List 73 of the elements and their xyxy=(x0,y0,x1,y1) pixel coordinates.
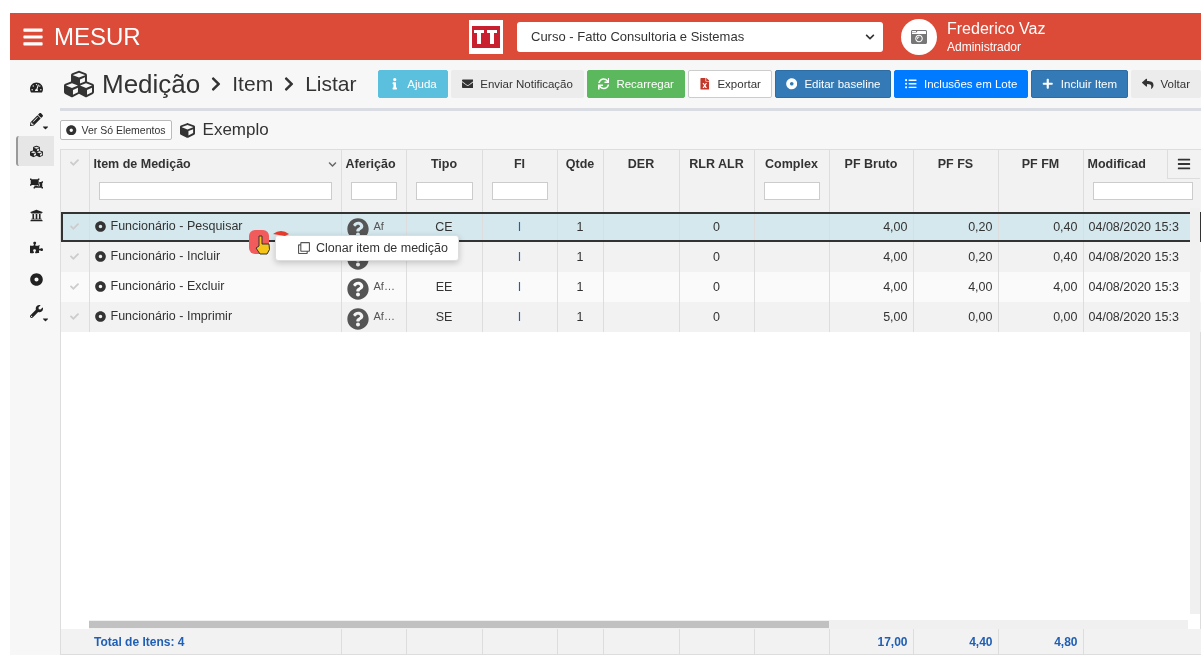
table-cell: 4,00 xyxy=(883,280,908,294)
column-header[interactable]: RLR ALR xyxy=(689,157,744,171)
table-cell: 0,20 xyxy=(968,220,993,234)
toolbar-button[interactable]: Inclusões em Lote xyxy=(894,70,1029,98)
total-cell: 4,80 xyxy=(1054,634,1078,649)
table-cell: 0,40 xyxy=(1053,250,1078,264)
column-header[interactable]: Item de Medição xyxy=(93,157,191,171)
table-cell: SE xyxy=(435,310,453,324)
table-cell: 04/08/2020 15:3 xyxy=(1088,220,1179,234)
table-cell: I xyxy=(517,220,522,234)
total-cell: 4,40 xyxy=(969,634,993,649)
column-header[interactable]: DER xyxy=(627,157,655,171)
table-cell: I xyxy=(517,250,522,264)
table-row[interactable]: Funcionário - Imprimir Af… SE I 1 0 5,00 0,00 0,00 04/08/2020 15:3 xyxy=(61,302,1201,332)
table-cell: EE xyxy=(435,280,453,294)
filter-button[interactable]: Ver Só Elementos xyxy=(60,120,172,140)
table-cell: I xyxy=(517,310,522,324)
table-row[interactable]: Funcionário - Pesquisar Af CE I 1 0 4,00 0,20 0,40 04/08/2020 15:3 xyxy=(61,212,1201,242)
column-header[interactable]: PF FS xyxy=(937,157,974,171)
table-row[interactable]: Funcionário - Excluir Af… EE I 1 0 4,00 4,00 4,00 04/08/2020 15:3 xyxy=(61,272,1201,302)
table-cell: 0,00 xyxy=(1053,310,1078,324)
table-cell: Af… xyxy=(373,279,395,292)
table-cell: Funcionário - Pesquisar xyxy=(94,219,243,234)
column-header[interactable]: PF Bruto xyxy=(844,157,898,171)
table-cell: 4,00 xyxy=(968,280,993,294)
toolbar-button[interactable]: Incluir Item xyxy=(1031,70,1129,98)
column-header[interactable]: FI xyxy=(513,157,526,171)
app-name: MESUR xyxy=(54,22,142,51)
total-cell: Total de Itens: 4 xyxy=(94,634,185,649)
table-cell: 0,20 xyxy=(968,250,993,264)
table-cell: 0,40 xyxy=(1053,220,1078,234)
table-cell: 0 xyxy=(713,250,720,264)
breadcrumb-item: Listar xyxy=(305,72,357,96)
total-cell: 17,00 xyxy=(877,634,908,649)
breadcrumb-item[interactable]: Item xyxy=(232,72,274,96)
table-cell: CE xyxy=(435,220,453,234)
table-cell: 04/08/2020 15:3 xyxy=(1088,310,1179,324)
table-cell: 4,00 xyxy=(1053,280,1078,294)
table-cell: 04/08/2020 15:3 xyxy=(1088,250,1179,264)
table-cell: I xyxy=(517,280,522,294)
table-cell: 1 xyxy=(576,280,584,294)
column-header[interactable]: Qtde xyxy=(565,157,595,171)
user-name: Frederico Vaz xyxy=(947,19,1046,38)
table-cell: 0,00 xyxy=(968,310,993,324)
project-select[interactable]: Curso - Fatto Consultoria e Sistemas xyxy=(517,21,883,52)
column-header[interactable]: Complex xyxy=(765,157,818,171)
context-name: Exemplo xyxy=(202,120,269,140)
column-header[interactable]: Modificad xyxy=(1087,157,1146,171)
user-role: Administrador xyxy=(947,39,1023,54)
column-header[interactable]: Aferição xyxy=(345,157,396,171)
table-cell: 4,00 xyxy=(883,250,908,264)
table-cell: Funcionário - Excluir xyxy=(94,279,225,294)
table-cell: 0 xyxy=(713,280,720,294)
table-cell: 4,00 xyxy=(883,220,908,234)
table-cell: 1 xyxy=(576,220,584,234)
table-cell: 0 xyxy=(713,310,720,324)
table-cell: Af xyxy=(373,219,384,232)
toolbar-button[interactable]: Exportar xyxy=(687,70,772,98)
table-cell: Af… xyxy=(373,309,395,322)
table-cell: Funcionário - Incluir xyxy=(94,249,221,264)
toolbar-button[interactable]: Enviar Notificação xyxy=(450,70,584,98)
table-cell: Funcionário - Imprimir xyxy=(94,309,233,324)
toolbar-button[interactable]: Editar baseline xyxy=(774,70,892,98)
toolbar-button[interactable]: Voltar xyxy=(1131,70,1201,98)
breadcrumb-item[interactable]: Medição xyxy=(102,68,201,100)
column-header[interactable]: Tipo xyxy=(430,157,458,171)
table-cell: 0 xyxy=(713,220,720,234)
column-header[interactable]: PF FM xyxy=(1021,157,1060,171)
menu-item[interactable]: Clonar item de medição xyxy=(316,241,448,255)
table-cell: 5,00 xyxy=(883,310,908,324)
table-cell: 1 xyxy=(576,310,584,324)
table-cell: 04/08/2020 15:3 xyxy=(1088,280,1179,294)
table-cell: 1 xyxy=(576,250,584,264)
